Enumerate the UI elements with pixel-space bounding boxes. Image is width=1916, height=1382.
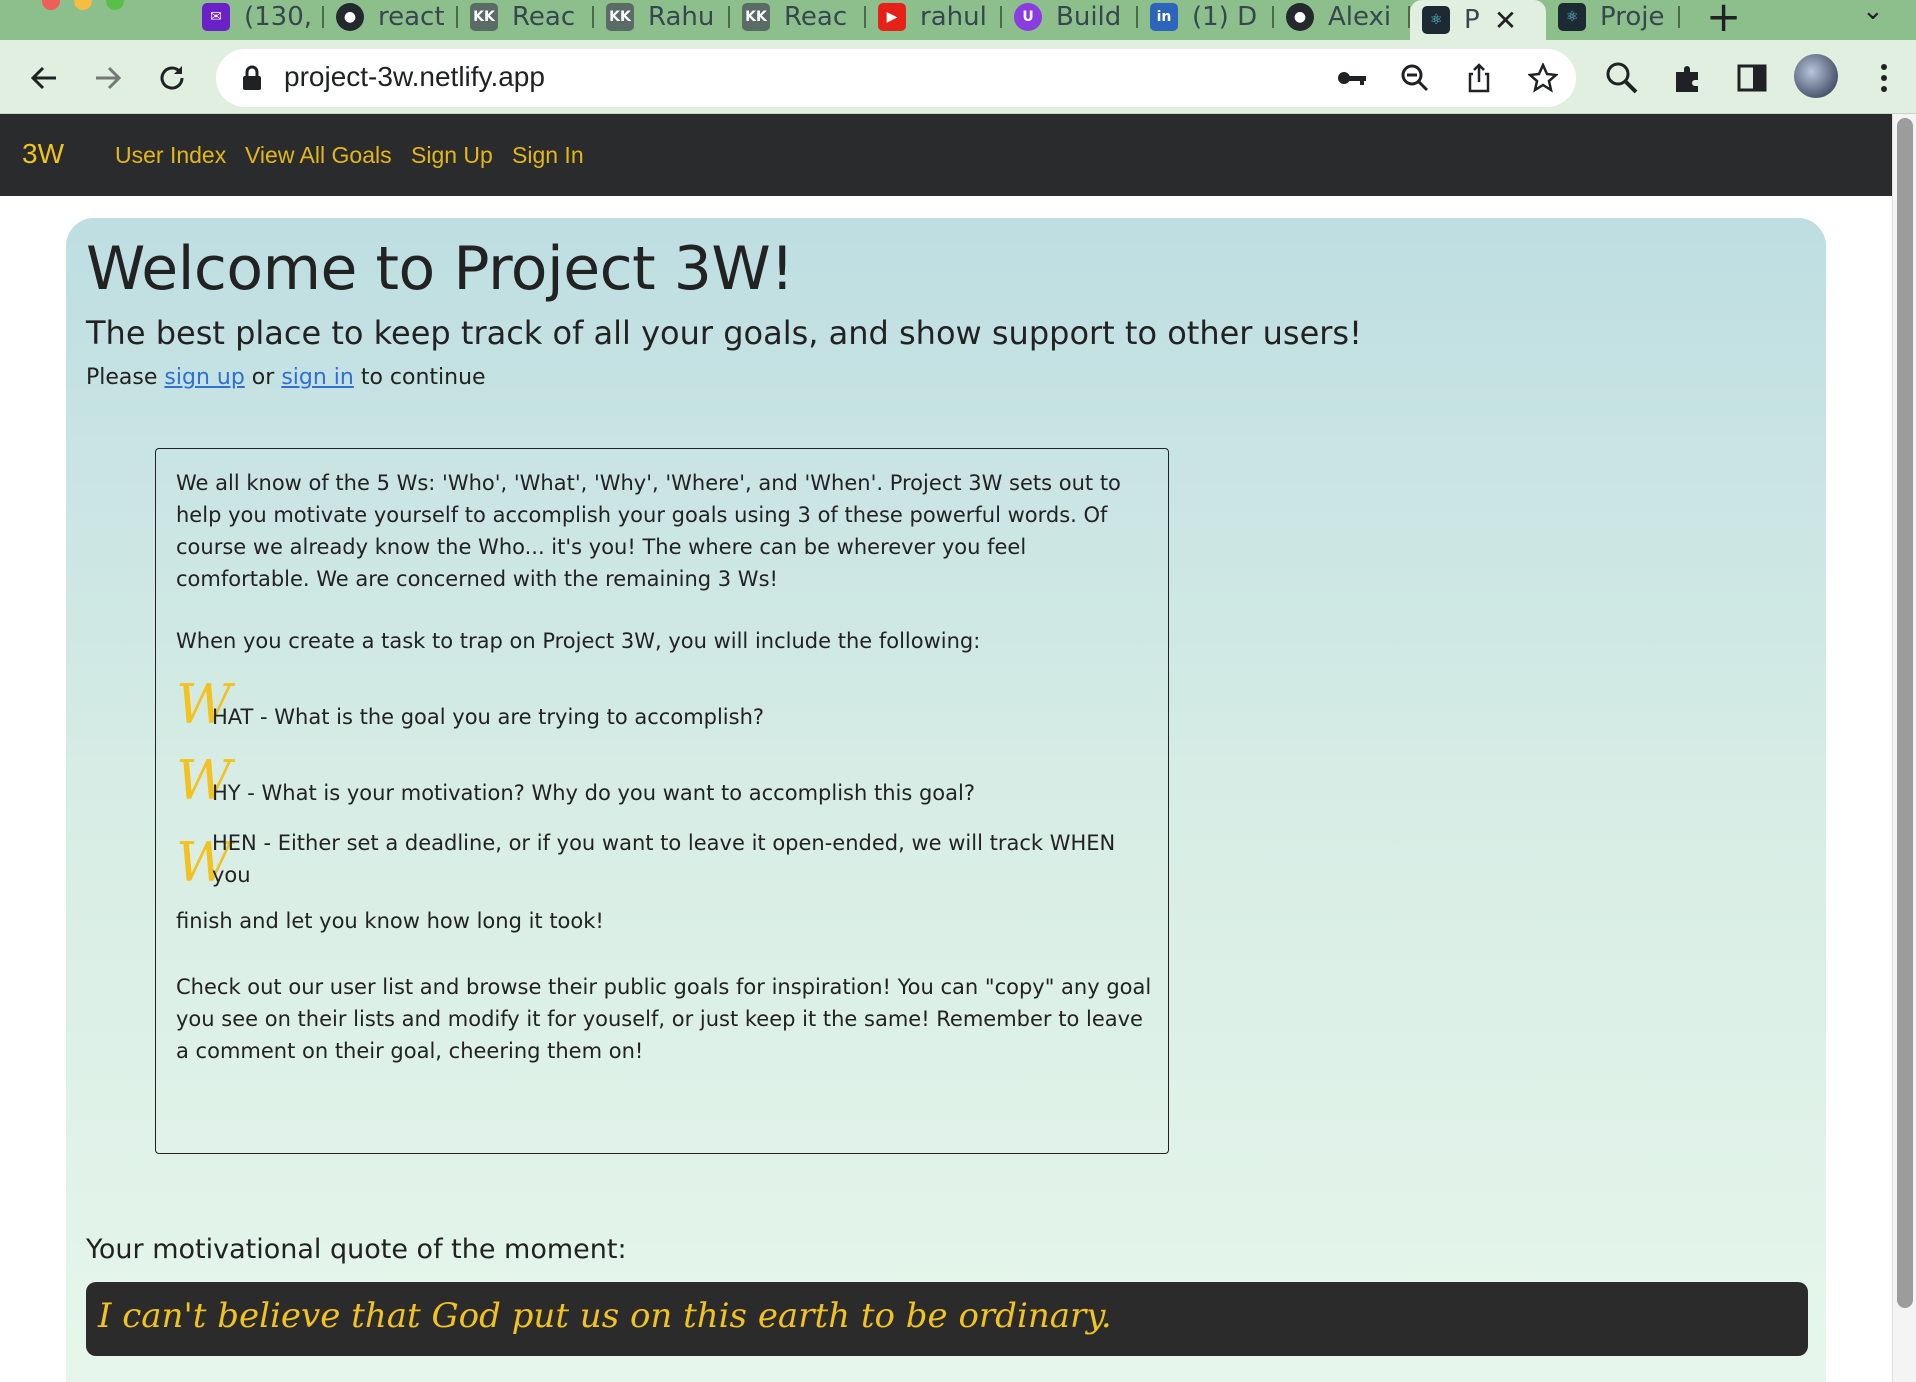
w-letter: W <box>176 831 232 894</box>
minimize-window-icon[interactable] <box>74 0 92 10</box>
what-item: W HAT - What is the goal you are trying … <box>176 675 1152 735</box>
browser-toolbar: project-3w.netlify.app <box>0 40 1916 114</box>
react-icon: ⚛ <box>1558 3 1586 31</box>
page-subtitle: The best place to keep track of all your… <box>86 314 1362 352</box>
page-title: Welcome to Project 3W! <box>86 234 794 304</box>
key-icon[interactable] <box>1336 63 1366 93</box>
search-lens-icon[interactable] <box>1604 60 1640 96</box>
share-icon[interactable] <box>1464 63 1494 93</box>
about-box: We all know of the 5 Ws: 'Who', 'What', … <box>155 448 1169 1154</box>
mail-icon: ✉ <box>202 3 230 31</box>
sign-in-link[interactable]: sign in <box>281 365 354 390</box>
what-text: HAT - What is the goal you are trying to… <box>212 705 765 729</box>
kk-icon: KK <box>606 3 634 31</box>
sign-up-link[interactable]: sign up <box>164 365 244 390</box>
w-letter: W <box>176 673 232 736</box>
kk-icon: KK <box>470 3 498 31</box>
close-tab-icon[interactable]: ✕ <box>1494 4 1517 37</box>
nav-link-user-index[interactable]: User Index <box>115 142 226 169</box>
signin-prompt: Please sign up or sign in to continue <box>86 365 486 390</box>
browser-tab[interactable]: KK Reac <box>730 0 866 34</box>
page-viewport: 3W User Index View All Goals Sign Up Sig… <box>0 114 1916 1382</box>
udemy-icon: U <box>1014 3 1042 31</box>
motivational-quote: I can't believe that God put us on this … <box>86 1282 1808 1356</box>
bookmark-star-icon[interactable] <box>1527 61 1559 93</box>
browser-tab[interactable]: U Build <box>1002 0 1138 34</box>
back-icon[interactable] <box>26 60 62 96</box>
browser-tab[interactable]: KK Reac <box>458 0 594 34</box>
github-icon: ● <box>1286 3 1314 31</box>
browser-tab[interactable]: ● react <box>324 0 458 34</box>
reload-icon[interactable] <box>154 60 190 96</box>
nav-link-sign-up[interactable]: Sign Up <box>411 142 493 169</box>
more-menu-icon[interactable] <box>1866 60 1902 96</box>
zoom-out-icon[interactable] <box>1400 63 1430 93</box>
site-navbar: 3W User Index View All Goals Sign Up Sig… <box>0 114 1892 196</box>
side-panel-icon[interactable] <box>1734 60 1770 96</box>
tab-search-chevron-icon[interactable]: ⌄ <box>1862 0 1884 26</box>
youtube-icon: ▶ <box>878 3 906 31</box>
address-bar[interactable]: project-3w.netlify.app <box>216 49 1576 107</box>
linkedin-icon: in <box>1150 3 1178 31</box>
w-letter: W <box>176 749 232 812</box>
extensions-puzzle-icon[interactable] <box>1670 60 1706 96</box>
nav-link-sign-in[interactable]: Sign In <box>512 142 584 169</box>
github-icon: ● <box>336 3 364 31</box>
browser-tab[interactable]: KK Rahu <box>594 0 730 34</box>
browser-tab-strip: ✉ (130, ● react KK Reac KK Rahu KK Reac … <box>0 0 1916 40</box>
lock-icon <box>242 65 262 95</box>
why-item: W HY - What is your motivation? Why do y… <box>176 751 1152 811</box>
nav-link-view-all-goals[interactable]: View All Goals <box>245 142 392 169</box>
new-tab-icon[interactable]: + <box>1706 0 1741 40</box>
page-scrollbar[interactable] <box>1892 114 1916 1382</box>
when-text-continued: finish and let you know how long it took… <box>176 909 604 933</box>
when-item: W HEN - Either set a deadline, or if you… <box>176 827 1152 937</box>
kk-icon: KK <box>742 3 770 31</box>
welcome-card: Welcome to Project 3W! The best place to… <box>66 218 1826 1382</box>
outro-paragraph: Check out our user list and browse their… <box>176 975 1152 1063</box>
browser-tab[interactable]: ● Alexi <box>1274 0 1410 34</box>
browser-tab-active[interactable]: ⚛ P ✕ <box>1410 0 1546 40</box>
url-text: project-3w.netlify.app <box>284 61 545 92</box>
browser-tab[interactable]: ⚛ Proje <box>1546 0 1680 34</box>
intro-paragraph: We all know of the 5 Ws: 'Who', 'What', … <box>176 471 1121 591</box>
forward-icon[interactable] <box>90 60 126 96</box>
profile-avatar[interactable] <box>1794 54 1838 98</box>
browser-tab[interactable]: ✉ (130, <box>190 0 324 34</box>
scrollbar-thumb[interactable] <box>1897 118 1913 1308</box>
when-text: HEN - Either set a deadline, or if you w… <box>212 831 1116 887</box>
maximize-window-icon[interactable] <box>106 0 124 10</box>
browser-tab[interactable]: in (1) D <box>1138 0 1274 34</box>
why-text: HY - What is your motivation? Why do you… <box>212 781 975 805</box>
close-window-icon[interactable] <box>42 0 60 10</box>
react-icon: ⚛ <box>1422 6 1450 34</box>
create-task-paragraph: When you create a task to trap on Projec… <box>176 629 981 653</box>
browser-tab[interactable]: ▶ rahul <box>866 0 1002 34</box>
brand-logo[interactable]: 3W <box>22 138 64 170</box>
quote-label: Your motivational quote of the moment: <box>86 1234 627 1265</box>
